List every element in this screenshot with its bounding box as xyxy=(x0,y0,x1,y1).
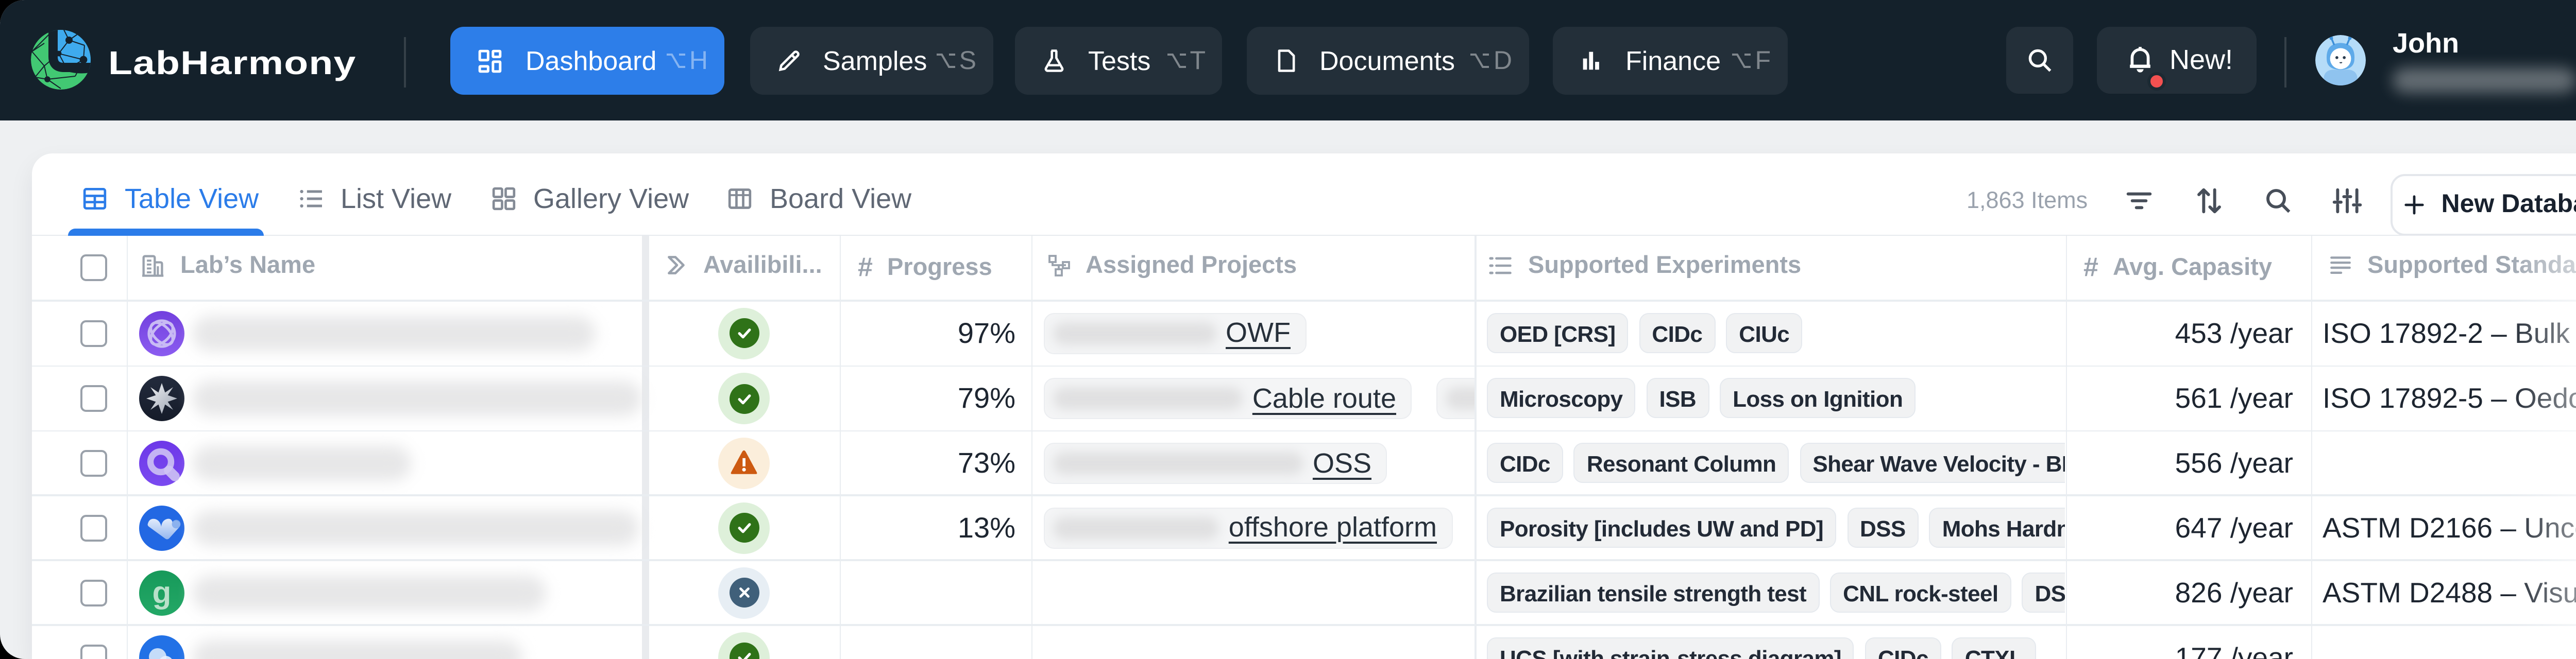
svg-text:g: g xyxy=(152,575,172,609)
